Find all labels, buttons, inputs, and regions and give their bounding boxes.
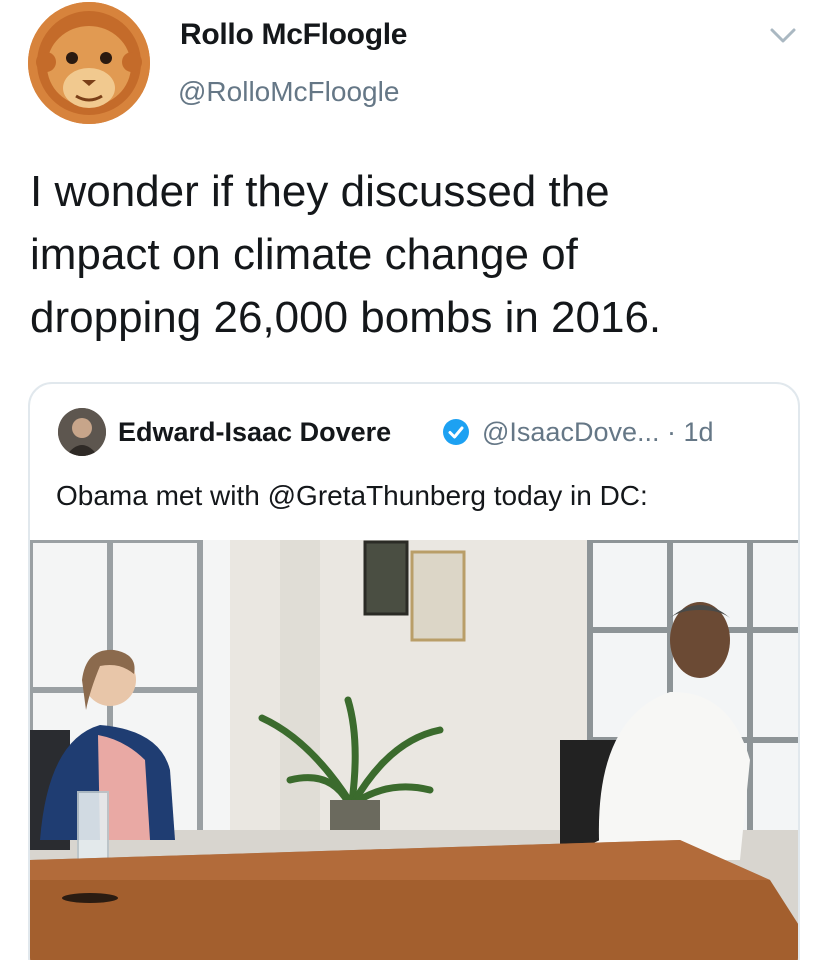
verified-badge-icon (443, 419, 469, 445)
chevron-down-icon[interactable] (768, 26, 798, 46)
author-avatar[interactable] (28, 2, 150, 124)
author-name[interactable]: Rollo McFloogle (180, 18, 407, 52)
tweet: Rollo McFloogle @RolloMcFloogle I wonder… (0, 0, 825, 960)
author-handle[interactable]: @RolloMcFloogle (178, 76, 399, 108)
separator-dot: · (667, 417, 676, 447)
quoted-tweet-card[interactable]: Edward-Isaac Dovere @IsaacDove... · 1d O… (28, 382, 800, 960)
quoted-author-handle[interactable]: @IsaacDove... (482, 417, 659, 447)
quoted-author-meta: @IsaacDove... · 1d (482, 417, 714, 448)
quoted-tweet-time[interactable]: 1d (684, 417, 714, 447)
quoted-author-name[interactable]: Edward-Isaac Dovere (118, 417, 391, 448)
monkey-face-icon (28, 2, 150, 124)
quoted-tweet-photo[interactable] (30, 540, 798, 960)
quoted-tweet-text: Obama met with @GretaThunberg today in D… (56, 480, 648, 511)
quoted-author-avatar[interactable] (58, 408, 106, 456)
person-photo-icon (58, 408, 106, 456)
tweet-text: I wonder if they discussed the impact on… (30, 167, 662, 342)
